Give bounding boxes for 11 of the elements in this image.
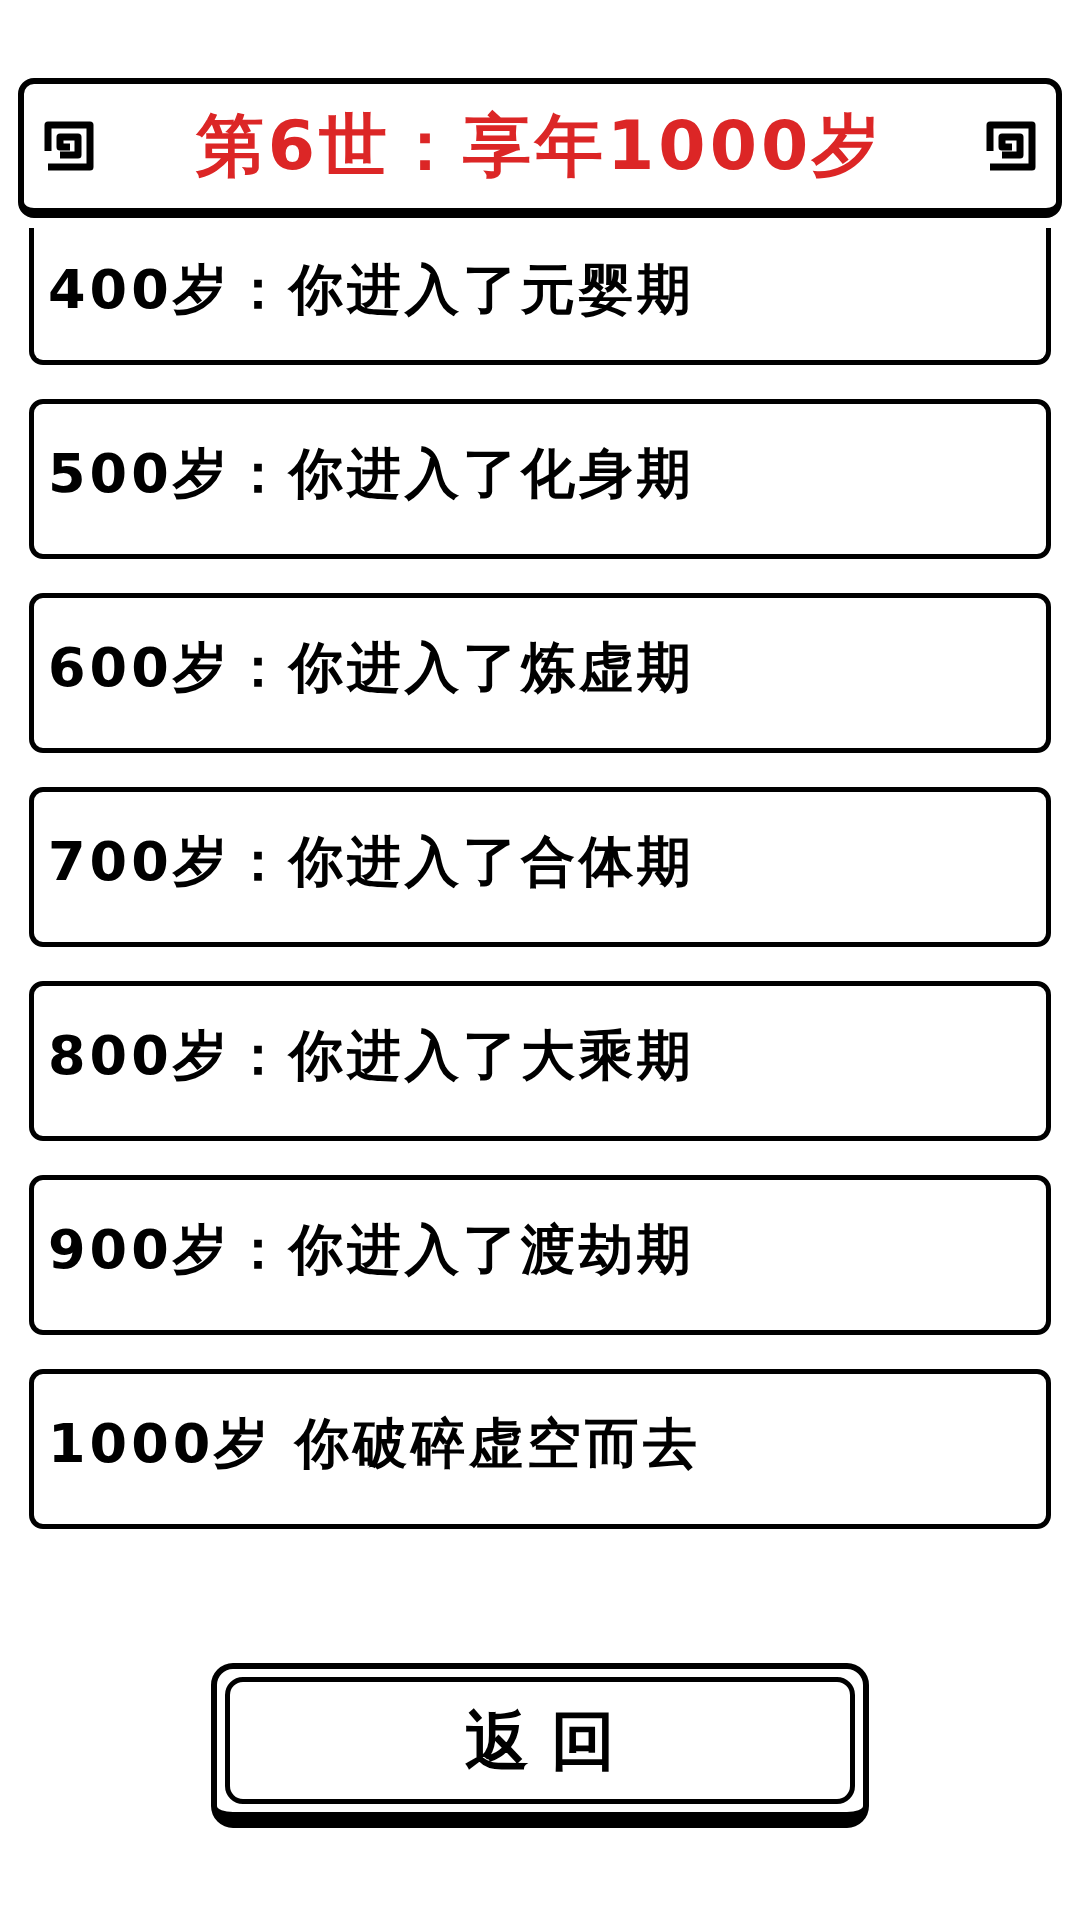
event-text: 600岁：你进入了炼虚期	[48, 641, 695, 695]
event-text: 500岁：你进入了化身期	[48, 447, 695, 501]
life-title: 第6世：享年1000岁	[195, 112, 885, 180]
event-text: 700岁：你进入了合体期	[48, 835, 695, 889]
event-text: 1000岁 你破碎虚空而去	[48, 1417, 702, 1471]
back-button[interactable]: 返 回	[211, 1663, 869, 1828]
event-text: 800岁：你进入了大乘期	[48, 1029, 695, 1083]
spiral-icon	[986, 120, 1036, 172]
event-text: 400岁：你进入了元婴期	[48, 263, 695, 317]
spiral-icon	[44, 120, 94, 172]
event-text: 900岁：你进入了渡劫期	[48, 1223, 695, 1277]
